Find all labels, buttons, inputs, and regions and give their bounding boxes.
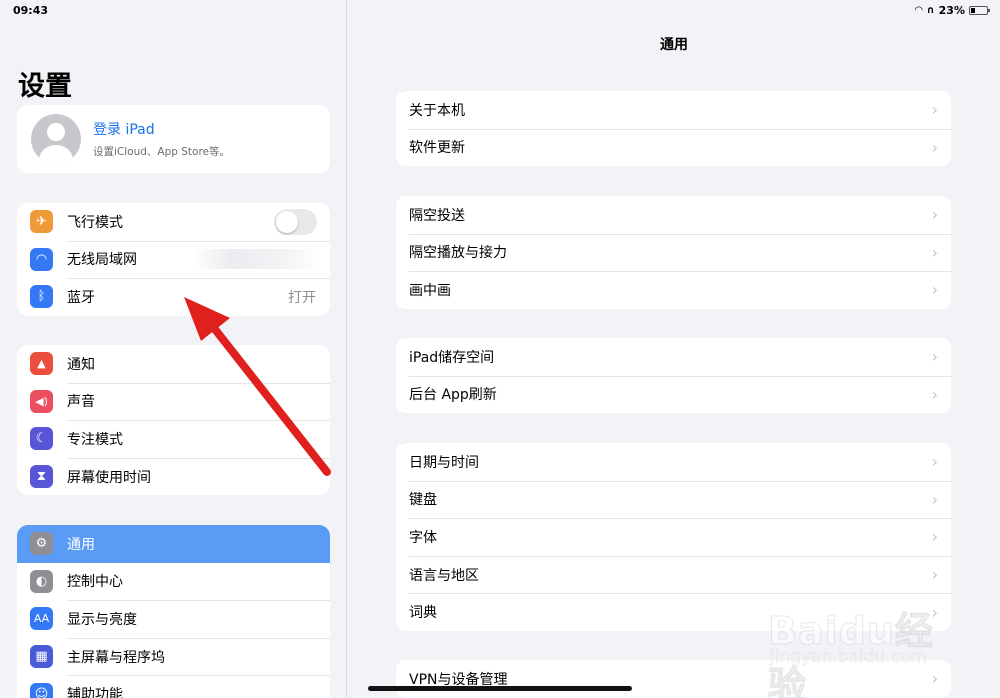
notifications-group: ▲ 通知 ◀) 声音 ☾ 专注模式 ⧗ 屏幕使用时间 [17,345,330,496]
sidebar-item-label: 通知 [67,356,95,373]
wifi-network-name-blurred [192,249,322,270]
sidebar-item-control-center[interactable]: ◐ 控制中心 [17,563,330,601]
hourglass-icon: ⧗ [30,465,53,489]
row-label: 键盘 [409,492,437,509]
sidebar-item-sounds[interactable]: ◀) 声音 [17,382,330,421]
chevron-right-icon: › [931,347,938,367]
wifi-icon: ◠ [30,247,53,271]
speaker-icon: ◀) [30,389,53,413]
sidebar-item-label: 专注模式 [67,431,123,448]
airplane-icon: ✈ [30,210,53,234]
airdrop-group: 隔空投送 › 隔空播放与接力 › 画中画 › [396,196,951,309]
row-software-update[interactable]: 软件更新 › [396,128,951,167]
switches-icon: ◐ [30,569,53,593]
baidu-watermark: Baidu经验 jingyan.baidu.com [760,592,950,698]
chevron-right-icon: › [931,137,938,157]
sidebar-item-notifications[interactable]: ▲ 通知 [17,345,330,383]
sidebar-item-home-screen[interactable]: ▦ 主屏幕与程序坞 [17,637,330,676]
row-airdrop[interactable]: 隔空投送 › [396,196,951,234]
row-label: iPad储存空间 [409,349,495,366]
chevron-right-icon: › [931,280,938,300]
chevron-right-icon: › [931,489,938,509]
bell-icon: ▲ [30,352,53,376]
bluetooth-icon: ᛒ [30,285,53,309]
moon-icon: ☾ [30,427,53,451]
sign-in-label: 登录 iPad [93,122,155,138]
row-label: 字体 [409,529,437,546]
sidebar-item-screen-time[interactable]: ⧗ 屏幕使用时间 [17,457,330,496]
profile-card[interactable]: 登录 iPad 设置iCloud、App Store等。 [17,105,330,173]
chevron-right-icon: › [931,452,938,472]
text-size-icon: AA [30,607,53,631]
sidebar-item-display[interactable]: AA 显示与亮度 [17,600,330,638]
storage-group: iPad储存空间 › 后台 App刷新 › [396,338,951,414]
accessibility-icon: ☺ [30,682,53,698]
sidebar-item-label: 显示与亮度 [67,611,137,628]
sidebar-item-wifi[interactable]: ◠ 无线局域网 [17,240,330,279]
row-picture-in-picture[interactable]: 画中画 › [396,271,951,309]
row-label: 关于本机 [409,102,465,119]
row-date-time[interactable]: 日期与时间 › [396,443,951,481]
chevron-right-icon: › [931,100,938,120]
row-about[interactable]: 关于本机 › [396,91,951,129]
connectivity-group: ✈ 飞行模式 ◠ 无线局域网 ᛒ 蓝牙 打开 [17,203,330,316]
sidebar-item-label: 控制中心 [67,574,123,591]
home-indicator[interactable] [368,686,632,691]
bluetooth-status: 打开 [288,289,316,306]
row-label: 日期与时间 [409,454,479,471]
row-background-refresh[interactable]: 后台 App刷新 › [396,375,951,414]
row-airplay-handoff[interactable]: 隔空播放与接力 › [396,233,951,272]
row-ipad-storage[interactable]: iPad储存空间 › [396,338,951,376]
row-label: 画中画 [409,282,451,299]
sidebar-item-label: 主屏幕与程序坞 [67,649,165,666]
row-label: 隔空播放与接力 [409,245,507,262]
chevron-right-icon: › [931,384,938,404]
row-label: 语言与地区 [409,567,479,584]
sidebar-item-label: 通用 [67,536,95,553]
settings-sidebar: 设置 登录 iPad 设置iCloud、App Store等。 ✈ 飞行模式 ◠… [0,0,347,698]
sidebar-item-label: 蓝牙 [67,289,95,306]
sidebar-item-general[interactable]: ⚙ 通用 [17,525,330,563]
sign-in-subtitle: 设置iCloud、App Store等。 [93,146,231,158]
chevron-right-icon: › [931,205,938,225]
row-label: 隔空投送 [409,207,465,224]
gear-icon: ⚙ [30,532,53,556]
sidebar-item-label: 无线局域网 [67,252,137,269]
avatar [31,114,81,164]
chevron-right-icon: › [931,527,938,547]
about-group: 关于本机 › 软件更新 › [396,91,951,167]
row-language-region[interactable]: 语言与地区 › [396,555,951,594]
airplane-mode-toggle[interactable] [274,208,317,235]
row-fonts[interactable]: 字体 › [396,518,951,556]
sidebar-item-label: 声音 [67,394,95,411]
sidebar-item-bluetooth[interactable]: ᛒ 蓝牙 打开 [17,278,330,316]
sidebar-item-label: 辅助功能 [67,687,123,698]
row-label: 后台 App刷新 [409,387,497,404]
page-title: 通用 [660,37,688,53]
sidebar-title: 设置 [18,71,72,102]
sidebar-item-label: 飞行模式 [67,214,123,231]
sidebar-item-label: 屏幕使用时间 [67,469,151,486]
sidebar-item-airplane[interactable]: ✈ 飞行模式 [17,203,330,241]
row-label: 软件更新 [409,140,465,157]
home-grid-icon: ▦ [30,645,53,669]
general-group: ⚙ 通用 ◐ 控制中心 AA 显示与亮度 ▦ 主屏幕与程序坞 ☺ 辅助功能 [17,525,330,698]
chevron-right-icon: › [931,565,938,585]
sidebar-item-accessibility[interactable]: ☺ 辅助功能 [17,675,330,698]
row-keyboard[interactable]: 键盘 › [396,480,951,519]
watermark-url: jingyan.baidu.com [770,647,927,668]
sidebar-item-focus[interactable]: ☾ 专注模式 [17,420,330,458]
chevron-right-icon: › [931,242,938,262]
